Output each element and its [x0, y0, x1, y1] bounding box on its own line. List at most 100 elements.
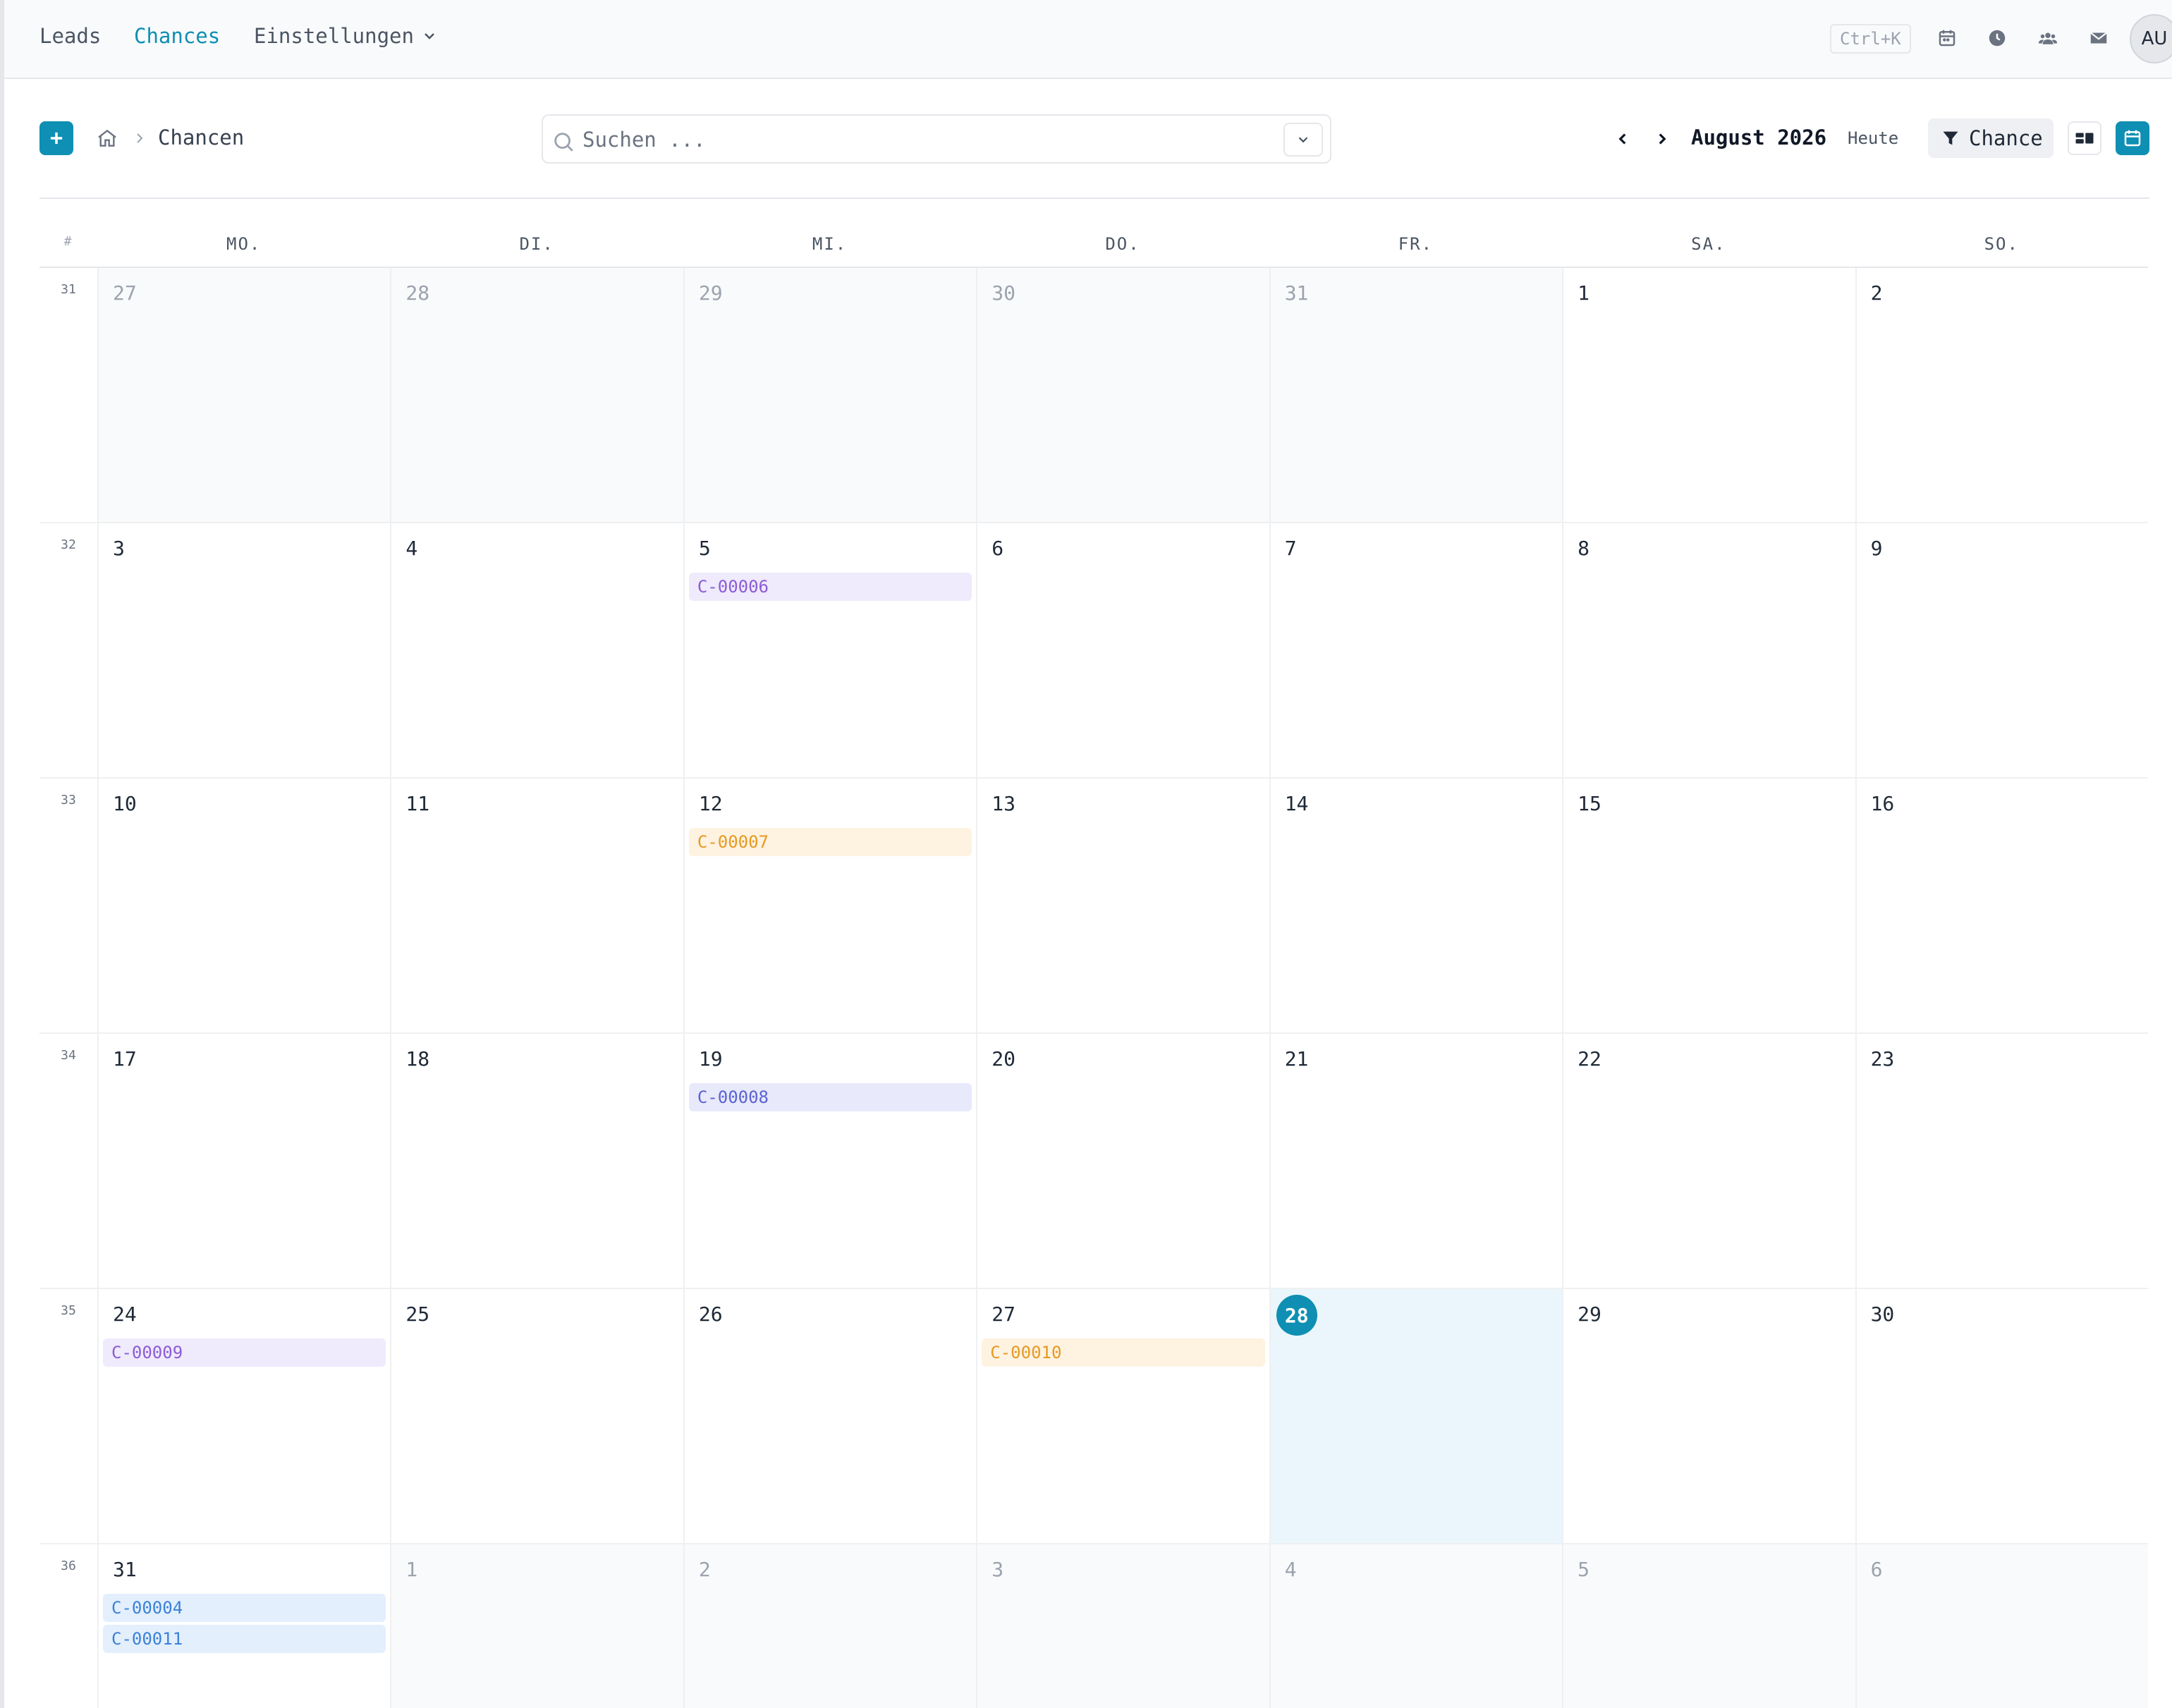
calendar-day[interactable]: 6: [1855, 1544, 2148, 1708]
day-number: 1: [405, 1558, 418, 1581]
day-number: 8: [1578, 537, 1590, 560]
day-number: 25: [405, 1303, 430, 1326]
previous-month-button[interactable]: [1611, 127, 1635, 151]
calendar-icon[interactable]: [1934, 25, 1960, 51]
calendar-day[interactable]: 23: [1855, 1034, 2148, 1288]
day-number: 21: [1284, 1047, 1309, 1070]
day-number: 29: [1578, 1303, 1601, 1326]
calendar-day[interactable]: 15: [1562, 779, 1855, 1032]
user-avatar[interactable]: AU: [2130, 14, 2172, 63]
day-number: 3: [113, 537, 125, 560]
calendar-day[interactable]: 6: [976, 523, 1269, 777]
calendar-icon: [2124, 130, 2141, 147]
calendar-day[interactable]: 4: [390, 523, 683, 777]
week-number: 34: [61, 1048, 76, 1063]
calendar-day[interactable]: 27: [97, 268, 391, 522]
calendar-header: # MO. DI. MI. DO. FR. SA. SO.: [39, 212, 2148, 268]
search-dropdown-button[interactable]: [1283, 123, 1323, 157]
calendar-day[interactable]: 2: [683, 1544, 977, 1708]
calendar-day[interactable]: 29: [1562, 1289, 1855, 1543]
board-view-icon: [2075, 133, 2094, 144]
nav-leads[interactable]: Leads: [39, 24, 101, 48]
calendar-day[interactable]: 26: [683, 1289, 977, 1543]
calendar-day[interactable]: 7: [1269, 523, 1563, 777]
home-icon[interactable]: [96, 127, 118, 150]
breadcrumb-current[interactable]: Chancen: [158, 126, 244, 150]
calendar-day[interactable]: 30: [976, 268, 1269, 522]
day-number: 2: [1870, 281, 1883, 305]
day-number: 6: [1870, 1558, 1883, 1581]
calendar-event[interactable]: C-00011: [103, 1625, 386, 1653]
calendar-view-button[interactable]: [2116, 121, 2149, 155]
mail-icon[interactable]: [2086, 25, 2111, 51]
calendar-day[interactable]: 12 C-00007: [683, 779, 977, 1032]
calendar-day[interactable]: 5 C-00006: [683, 523, 977, 777]
calendar-day[interactable]: 31 C-00004 C-00011: [97, 1544, 391, 1708]
calendar-day-today[interactable]: 28: [1269, 1289, 1563, 1543]
calendar-day[interactable]: 1: [390, 1544, 683, 1708]
calendar-week-row: 34 17 18 19 C-00008 20 21 22 23: [39, 1034, 2148, 1289]
day-number: 11: [405, 792, 430, 815]
calendar-day[interactable]: 30: [1855, 1289, 2148, 1543]
calendar-event[interactable]: C-00007: [688, 828, 972, 856]
calendar-day[interactable]: 14: [1269, 779, 1563, 1032]
left-rail: [0, 0, 4, 1708]
day-number: 19: [698, 1047, 723, 1070]
calendar-day[interactable]: 24 C-00009: [97, 1289, 391, 1543]
top-navbar: Leads Chances Einstellungen Ctrl+K AU: [4, 0, 2172, 79]
calendar-day[interactable]: 20: [976, 1034, 1269, 1288]
day-number: 27: [113, 281, 137, 305]
calendar-day[interactable]: 13: [976, 779, 1269, 1032]
weekday-header: DI.: [519, 234, 554, 254]
calendar-event[interactable]: C-00010: [982, 1338, 1265, 1367]
calendar-day[interactable]: 28: [390, 268, 683, 522]
calendar-grid: # MO. DI. MI. DO. FR. SA. SO. 31 27 28 29 30 31 1 2 32…: [39, 212, 2148, 1708]
clock-icon[interactable]: [1984, 25, 2010, 51]
calendar-day[interactable]: 1: [1562, 268, 1855, 522]
calendar-event[interactable]: C-00004: [103, 1594, 386, 1622]
calendar-day[interactable]: 16: [1855, 779, 2148, 1032]
users-icon[interactable]: [2035, 25, 2061, 51]
calendar-day[interactable]: 9: [1855, 523, 2148, 777]
day-number: 13: [992, 792, 1015, 815]
nav-chances[interactable]: Chances: [134, 24, 220, 48]
day-number: 14: [1284, 792, 1309, 815]
calendar-week-row: 31 27 28 29 30 31 1 2: [39, 268, 2148, 523]
calendar-event[interactable]: C-00008: [688, 1083, 972, 1111]
calendar-day[interactable]: 21: [1269, 1034, 1563, 1288]
calendar-day[interactable]: 8: [1562, 523, 1855, 777]
calendar-day[interactable]: 17: [97, 1034, 391, 1288]
current-month-label: August 2026: [1691, 126, 1827, 150]
day-number: 20: [992, 1047, 1015, 1070]
nav-settings[interactable]: Einstellungen: [254, 24, 438, 48]
calendar-day[interactable]: 29: [683, 268, 977, 522]
calendar-day[interactable]: 22: [1562, 1034, 1855, 1288]
calendar-day[interactable]: 3: [976, 1544, 1269, 1708]
weekday-header: SO.: [1984, 234, 2019, 254]
calendar-day[interactable]: 5: [1562, 1544, 1855, 1708]
filter-button[interactable]: Chance: [1928, 118, 2054, 158]
calendar-event[interactable]: C-00009: [103, 1338, 386, 1367]
week-number-header: #: [63, 233, 73, 249]
calendar-day[interactable]: 11: [390, 779, 683, 1032]
today-button[interactable]: Heute: [1848, 128, 1898, 148]
search-input[interactable]: [582, 124, 1217, 155]
calendar-day[interactable]: 18: [390, 1034, 683, 1288]
calendar-day[interactable]: 27 C-00010: [976, 1289, 1269, 1543]
calendar-day[interactable]: 19 C-00008: [683, 1034, 977, 1288]
board-view-button[interactable]: [2068, 121, 2101, 155]
command-palette-shortcut[interactable]: Ctrl+K: [1830, 24, 1911, 54]
day-number: 29: [698, 281, 723, 305]
calendar-day[interactable]: 31: [1269, 268, 1563, 522]
calendar-event[interactable]: C-00006: [688, 573, 972, 601]
calendar-day[interactable]: 25: [390, 1289, 683, 1543]
chevron-down-icon: [425, 33, 434, 39]
calendar-day[interactable]: 4: [1269, 1544, 1563, 1708]
calendar-week-row: 33 10 11 12 C-00007 13 14 15 16: [39, 779, 2148, 1034]
calendar-day[interactable]: 2: [1855, 268, 2148, 522]
day-number: 10: [113, 792, 137, 815]
add-button[interactable]: [39, 121, 73, 155]
calendar-day[interactable]: 3: [97, 523, 391, 777]
next-month-button[interactable]: [1650, 127, 1674, 151]
calendar-day[interactable]: 10: [97, 779, 391, 1032]
